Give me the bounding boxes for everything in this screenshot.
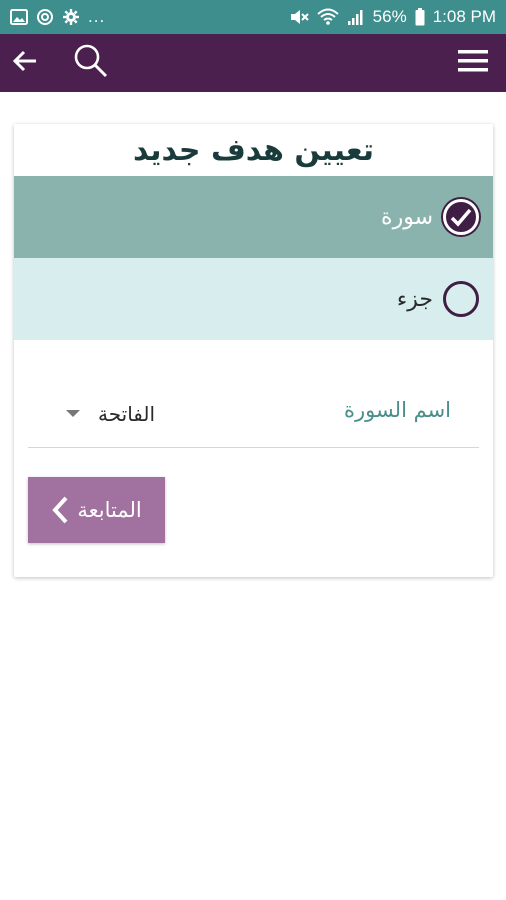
radio-checked-icon[interactable]: [443, 199, 479, 235]
card-title: تعيين هدف جديد: [132, 132, 375, 168]
image-icon: [10, 9, 28, 25]
battery-percent: 56%: [372, 7, 407, 26]
continue-button[interactable]: المتابعة: [28, 477, 165, 543]
signal-icon: [347, 8, 365, 26]
mute-icon: [289, 8, 309, 26]
settings-icon: [62, 8, 80, 26]
dropdown-arrow-icon[interactable]: [66, 410, 80, 417]
back-button[interactable]: [0, 34, 50, 92]
battery-icon: [415, 8, 425, 26]
option-juz-label: جزء: [396, 286, 433, 312]
option-juz[interactable]: جزء: [14, 258, 493, 340]
surah-name-field[interactable]: اسم السورة الفاتحة: [28, 382, 479, 448]
menu-button[interactable]: [448, 34, 498, 92]
option-surah-label: سورة: [381, 204, 433, 230]
chevron-left-icon: [51, 495, 69, 525]
status-bar-right: 56% 1:08 PM: [289, 7, 496, 27]
option-surah[interactable]: سورة: [14, 176, 493, 258]
hamburger-menu-icon: [458, 49, 488, 77]
status-bar: ... 56% 1:08 PM: [0, 0, 506, 34]
radio-unchecked-icon[interactable]: [443, 281, 479, 317]
sync-icon: [36, 8, 54, 26]
surah-name-select[interactable]: الفاتحة: [98, 402, 155, 426]
status-bar-left: ...: [10, 7, 105, 27]
new-goal-card: تعيين هدف جديد سورة جزء اسم السورة الفات…: [14, 124, 493, 577]
continue-label: المتابعة: [77, 498, 142, 522]
surah-name-label: اسم السورة: [343, 398, 451, 422]
app-bar: [0, 34, 506, 92]
more-notifications-text: ...: [88, 7, 106, 26]
clock: 1:08 PM: [432, 7, 496, 26]
search-icon: [72, 42, 110, 84]
search-button[interactable]: [66, 34, 116, 92]
wifi-icon: [316, 8, 339, 26]
back-arrow-icon: [11, 47, 39, 79]
